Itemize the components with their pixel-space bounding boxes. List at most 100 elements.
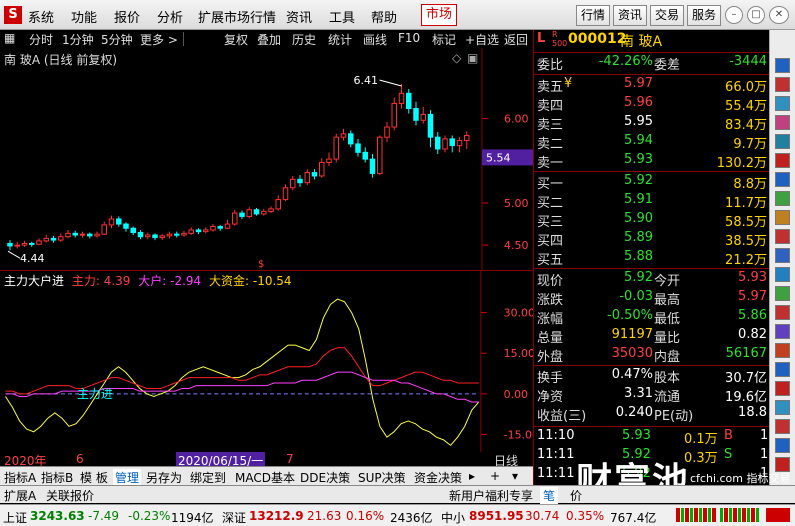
menu-function[interactable]: 功能	[71, 7, 97, 26]
tb-stats[interactable]: 统计	[328, 31, 352, 48]
sell-row: 卖二 5.94 9.7万	[534, 133, 770, 152]
sell-row-value: 5.95	[624, 114, 653, 129]
tb-f10[interactable]: F10	[398, 31, 420, 45]
candle-up	[232, 212, 238, 225]
tick-row[interactable]: 11:10 5.93 0.1万 B 1	[534, 428, 770, 447]
zx-label: 中小	[441, 511, 466, 525]
stat-row-label-2: 量比	[654, 331, 681, 346]
tab-manage[interactable]: 管理	[113, 469, 142, 486]
trade-button[interactable]: 交易	[650, 5, 684, 26]
window-icon[interactable]: ▣	[467, 51, 478, 65]
info-icon[interactable]	[775, 419, 790, 434]
tab-dde[interactable]: DDE决策	[300, 469, 350, 486]
menu-ext-market[interactable]: 扩展市场行情	[198, 7, 276, 26]
tb-1min[interactable]: 1分钟	[62, 31, 94, 48]
tab-add-icon[interactable]: +	[490, 469, 500, 483]
menu-system[interactable]: 系统	[28, 7, 54, 26]
fin-row-value: 3.31	[624, 386, 653, 401]
tb-mark[interactable]: 标记	[432, 31, 456, 48]
tab-indicator-a[interactable]: 指标A	[4, 469, 36, 486]
tab-fund[interactable]: 资金决策	[414, 469, 462, 486]
menu-list-icon[interactable]: ▦	[4, 31, 15, 45]
tab-template[interactable]: 模 板	[80, 469, 108, 486]
buy-row: 买四 5.89 38.5万	[534, 230, 770, 249]
pie-icon[interactable]	[775, 324, 790, 339]
candle-down	[152, 234, 158, 239]
bell-icon[interactable]	[775, 286, 790, 301]
stat-row-value-2: 5.93	[738, 270, 767, 285]
menu-tools[interactable]: 工具	[329, 7, 355, 26]
menu-info[interactable]: 资讯	[286, 7, 312, 26]
report-icon[interactable]	[775, 115, 790, 130]
tab-macd[interactable]: MACD基本	[235, 469, 295, 486]
candle-down	[116, 218, 122, 225]
grid-icon[interactable]	[775, 58, 790, 73]
maximize-icon[interactable]: □	[747, 6, 765, 24]
pin-icon[interactable]	[775, 381, 790, 396]
fire-icon[interactable]	[775, 343, 790, 358]
candle-down	[130, 227, 136, 233]
news-icon[interactable]	[775, 77, 790, 92]
target-icon[interactable]	[775, 438, 790, 453]
calc-icon[interactable]	[775, 248, 790, 263]
alert-icon[interactable]	[766, 508, 790, 522]
stat-row-label: 现价	[537, 274, 564, 289]
list-icon[interactable]	[775, 172, 790, 187]
tab-save-as[interactable]: 另存为	[146, 469, 182, 486]
price-chart[interactable]: 6.005.505.004.506.414.445.54$	[0, 48, 533, 270]
tb-overlay[interactable]: 叠加	[257, 31, 281, 48]
fin-row: 净资 3.31 流通 19.6亿	[534, 386, 770, 405]
close-icon[interactable]: ✕	[769, 6, 789, 24]
tb-5min[interactable]: 5分钟	[101, 31, 133, 48]
tab-next-icon[interactable]: ▸	[469, 469, 475, 483]
tag-icon[interactable]	[775, 305, 790, 320]
buy-row: 买三 5.90 58.5万	[534, 211, 770, 230]
tb-add-fav[interactable]: +自选	[465, 31, 499, 48]
service-button[interactable]: 服务	[687, 5, 721, 26]
tab-indicator-b[interactable]: 指标B	[41, 469, 73, 486]
quote-button[interactable]: 行情	[576, 5, 610, 26]
tab-price[interactable]: 价	[570, 487, 582, 504]
candle-up	[145, 234, 151, 238]
tb-back[interactable]: 返回	[504, 31, 528, 48]
tab-sup[interactable]: SUP决策	[358, 469, 406, 486]
menu-quote[interactable]: 报价	[114, 7, 140, 26]
menu-analysis[interactable]: 分析	[157, 7, 183, 26]
buy-row-value: 5.91	[624, 192, 653, 207]
tab-more-icon[interactable]: ▾	[512, 469, 518, 483]
indicator-annotation: 主力进	[77, 387, 113, 401]
info-button[interactable]: 资讯	[613, 5, 647, 26]
indicator-chart[interactable]: 30.00 15.00 0.00 -15.00 主力进	[0, 270, 533, 452]
tb-rights[interactable]: 复权	[224, 31, 248, 48]
level-l-icon: L	[537, 31, 546, 46]
tab-ext-a[interactable]: 扩展A	[4, 487, 36, 504]
tab-related-quote[interactable]: 关联报价	[46, 487, 94, 504]
menu-help[interactable]: 帮助	[371, 7, 397, 26]
minimize-icon[interactable]: –	[725, 6, 743, 24]
market-button[interactable]: 市场	[421, 4, 457, 26]
star-icon[interactable]	[775, 210, 790, 225]
tb-history[interactable]: 历史	[292, 31, 316, 48]
tb-draw[interactable]: 画线	[363, 31, 387, 48]
doc-icon[interactable]	[775, 267, 790, 282]
tb-timeshare[interactable]: 分时	[29, 31, 53, 48]
stat-row-value: 5.92	[624, 270, 653, 285]
diamond-icon[interactable]: ◇	[452, 51, 461, 65]
rsi-icon[interactable]	[775, 400, 790, 415]
link-icon[interactable]	[775, 362, 790, 377]
tb-more[interactable]: 更多 >	[140, 31, 178, 48]
book-icon[interactable]	[775, 96, 790, 111]
flag-icon[interactable]	[775, 191, 790, 206]
tab-bind[interactable]: 绑定到	[190, 469, 226, 486]
chart-icon[interactable]	[775, 153, 790, 168]
table-icon[interactable]	[775, 134, 790, 149]
candle-up	[377, 136, 383, 174]
candle-down	[413, 107, 419, 121]
indicator-tabs: 指标A 指标B 模 板 管理 另存为 绑定到 MACD基本 DDE决策 SUP决…	[0, 466, 533, 486]
candle-up	[282, 187, 289, 201]
stat-row-value: 35030	[611, 346, 653, 361]
candle-up	[36, 240, 42, 245]
promo-link[interactable]: 新用户福利专享	[449, 487, 533, 504]
tab-pen[interactable]: 笔	[540, 487, 559, 504]
alert-icon[interactable]	[775, 229, 790, 244]
